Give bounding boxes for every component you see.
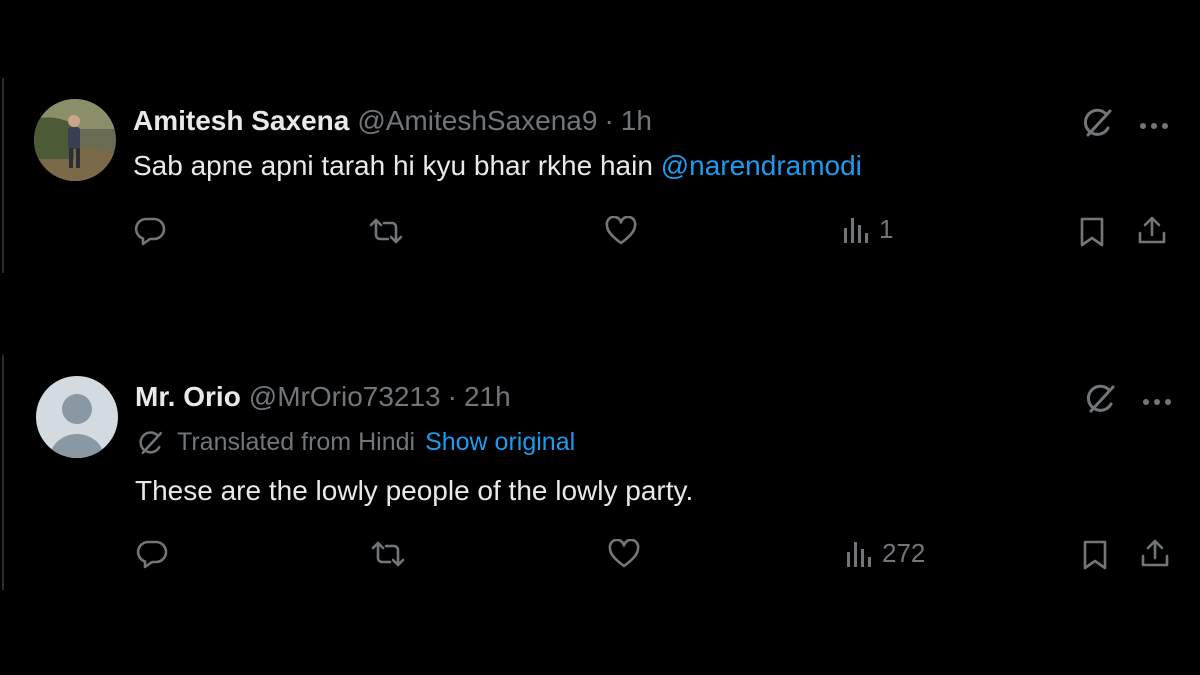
views-stat[interactable]: 1 bbox=[843, 214, 893, 245]
views-icon bbox=[847, 541, 871, 567]
user-handle[interactable]: @AmiteshSaxena9 bbox=[357, 105, 597, 137]
reply-icon[interactable] bbox=[134, 216, 166, 246]
display-name[interactable]: Mr. Orio bbox=[135, 381, 241, 413]
tweet-header: Amitesh Saxena @AmiteshSaxena9 · 1h bbox=[133, 105, 652, 137]
separator-dot: · bbox=[604, 105, 614, 136]
retweet-icon[interactable] bbox=[368, 216, 404, 246]
translated-label: Translated from Hindi bbox=[177, 428, 416, 456]
display-name[interactable]: Amitesh Saxena bbox=[133, 105, 349, 137]
views-count: 272 bbox=[882, 538, 926, 568]
grok-icon[interactable] bbox=[1084, 382, 1118, 421]
more-icon[interactable] bbox=[1142, 393, 1172, 411]
like-icon[interactable] bbox=[607, 539, 641, 569]
avatar[interactable] bbox=[34, 99, 116, 181]
more-icon[interactable] bbox=[1139, 117, 1169, 135]
tweet-body: Sab apne apni tarah hi kyu bhar rkhe hai… bbox=[133, 150, 661, 181]
views-count: 1 bbox=[879, 214, 894, 244]
like-icon[interactable] bbox=[604, 216, 638, 246]
views-icon bbox=[844, 217, 868, 243]
tweet[interactable]: Mr. Orio @MrOrio73213 · 21h Translated f… bbox=[0, 300, 1200, 630]
grok-icon[interactable] bbox=[1081, 106, 1115, 145]
retweet-icon[interactable] bbox=[370, 539, 406, 569]
tweet-text: Sab apne apni tarah hi kyu bhar rkhe hai… bbox=[133, 150, 862, 182]
share-icon[interactable] bbox=[1136, 214, 1168, 246]
bookmark-icon[interactable] bbox=[1082, 539, 1108, 571]
translate-icon bbox=[139, 430, 163, 454]
show-original-link[interactable]: Show original bbox=[425, 428, 575, 457]
avatar[interactable] bbox=[36, 376, 118, 458]
mention-link[interactable]: @narendramodi bbox=[661, 150, 862, 181]
separator-dot: · bbox=[447, 381, 457, 412]
timestamp[interactable]: 1h bbox=[621, 105, 652, 137]
tweet-text: These are the lowly people of the lowly … bbox=[135, 475, 694, 506]
timestamp[interactable]: 21h bbox=[464, 381, 511, 413]
bookmark-icon[interactable] bbox=[1079, 216, 1105, 248]
translation-notice: Translated from Hindi Show original bbox=[137, 428, 575, 457]
views-stat[interactable]: 272 bbox=[846, 538, 925, 569]
reply-icon[interactable] bbox=[136, 539, 168, 569]
share-icon[interactable] bbox=[1139, 537, 1171, 569]
user-handle[interactable]: @MrOrio73213 bbox=[249, 381, 441, 413]
tweet[interactable]: Amitesh Saxena @AmiteshSaxena9 · 1h Sab … bbox=[0, 0, 1200, 300]
tweet-header: Mr. Orio @MrOrio73213 · 21h bbox=[135, 381, 511, 413]
